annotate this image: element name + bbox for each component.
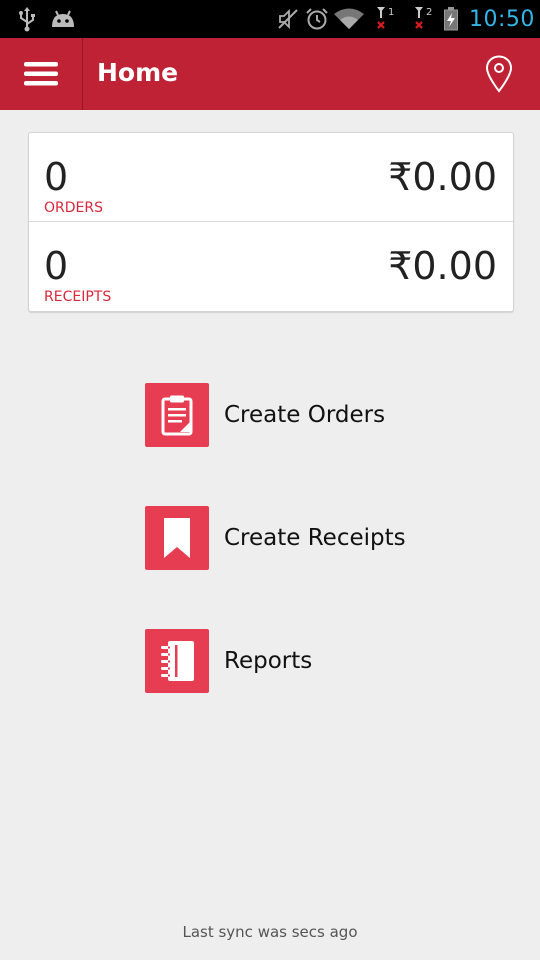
app-bar: Home bbox=[0, 38, 540, 110]
app-bar-divider bbox=[82, 38, 83, 110]
receipts-summary: 0 RECEIPTS ₹0.00 bbox=[29, 222, 513, 310]
orders-label: ORDERS bbox=[44, 200, 103, 216]
reports-icon-tile bbox=[145, 629, 209, 693]
sim1-no-signal-icon: 1 bbox=[374, 0, 398, 38]
page-title: Home bbox=[97, 58, 179, 87]
clipboard-icon bbox=[161, 395, 193, 436]
sim1-label: 1 bbox=[388, 7, 394, 18]
receipts-count: 0 bbox=[44, 244, 69, 288]
sim2-no-signal-icon: 2 bbox=[412, 0, 436, 38]
create-orders-icon-tile bbox=[145, 383, 209, 447]
home-screen: 1 2 10:50 Home 0 ORDERS ₹0.00 0 RECEIPTS… bbox=[0, 0, 540, 960]
alarm-icon bbox=[305, 0, 329, 38]
orders-amount: ₹0.00 bbox=[388, 155, 497, 199]
last-sync-status: Last sync was secs ago bbox=[182, 923, 358, 941]
create-receipts-icon-tile bbox=[145, 506, 209, 570]
mute-icon bbox=[276, 0, 300, 38]
create-receipts-label: Create Receipts bbox=[224, 525, 406, 551]
location-pin-icon bbox=[485, 55, 513, 93]
receipts-amount: ₹0.00 bbox=[388, 244, 497, 288]
create-orders-label: Create Orders bbox=[224, 402, 386, 428]
usb-icon bbox=[16, 0, 38, 38]
create-orders-button[interactable]: Create Orders bbox=[145, 383, 385, 447]
reports-label: Reports bbox=[224, 648, 313, 674]
orders-summary: 0 ORDERS ₹0.00 bbox=[29, 133, 513, 222]
reports-button[interactable]: Reports bbox=[145, 629, 312, 693]
location-button[interactable] bbox=[478, 52, 520, 96]
wifi-icon bbox=[333, 0, 365, 38]
create-receipts-button[interactable]: Create Receipts bbox=[145, 506, 406, 570]
bookmark-icon bbox=[164, 518, 190, 558]
sim2-label: 2 bbox=[426, 7, 432, 18]
android-icon bbox=[49, 0, 77, 38]
menu-button[interactable] bbox=[0, 38, 82, 110]
status-bar: 1 2 10:50 bbox=[0, 0, 540, 38]
orders-count: 0 bbox=[44, 155, 69, 199]
summary-card: 0 ORDERS ₹0.00 0 RECEIPTS ₹0.00 bbox=[28, 132, 514, 312]
hamburger-menu-icon bbox=[24, 62, 58, 86]
notebook-icon bbox=[161, 641, 194, 681]
status-time: 10:50 bbox=[469, 6, 535, 32]
receipts-label: RECEIPTS bbox=[44, 289, 112, 305]
battery-charging-icon bbox=[443, 0, 459, 38]
